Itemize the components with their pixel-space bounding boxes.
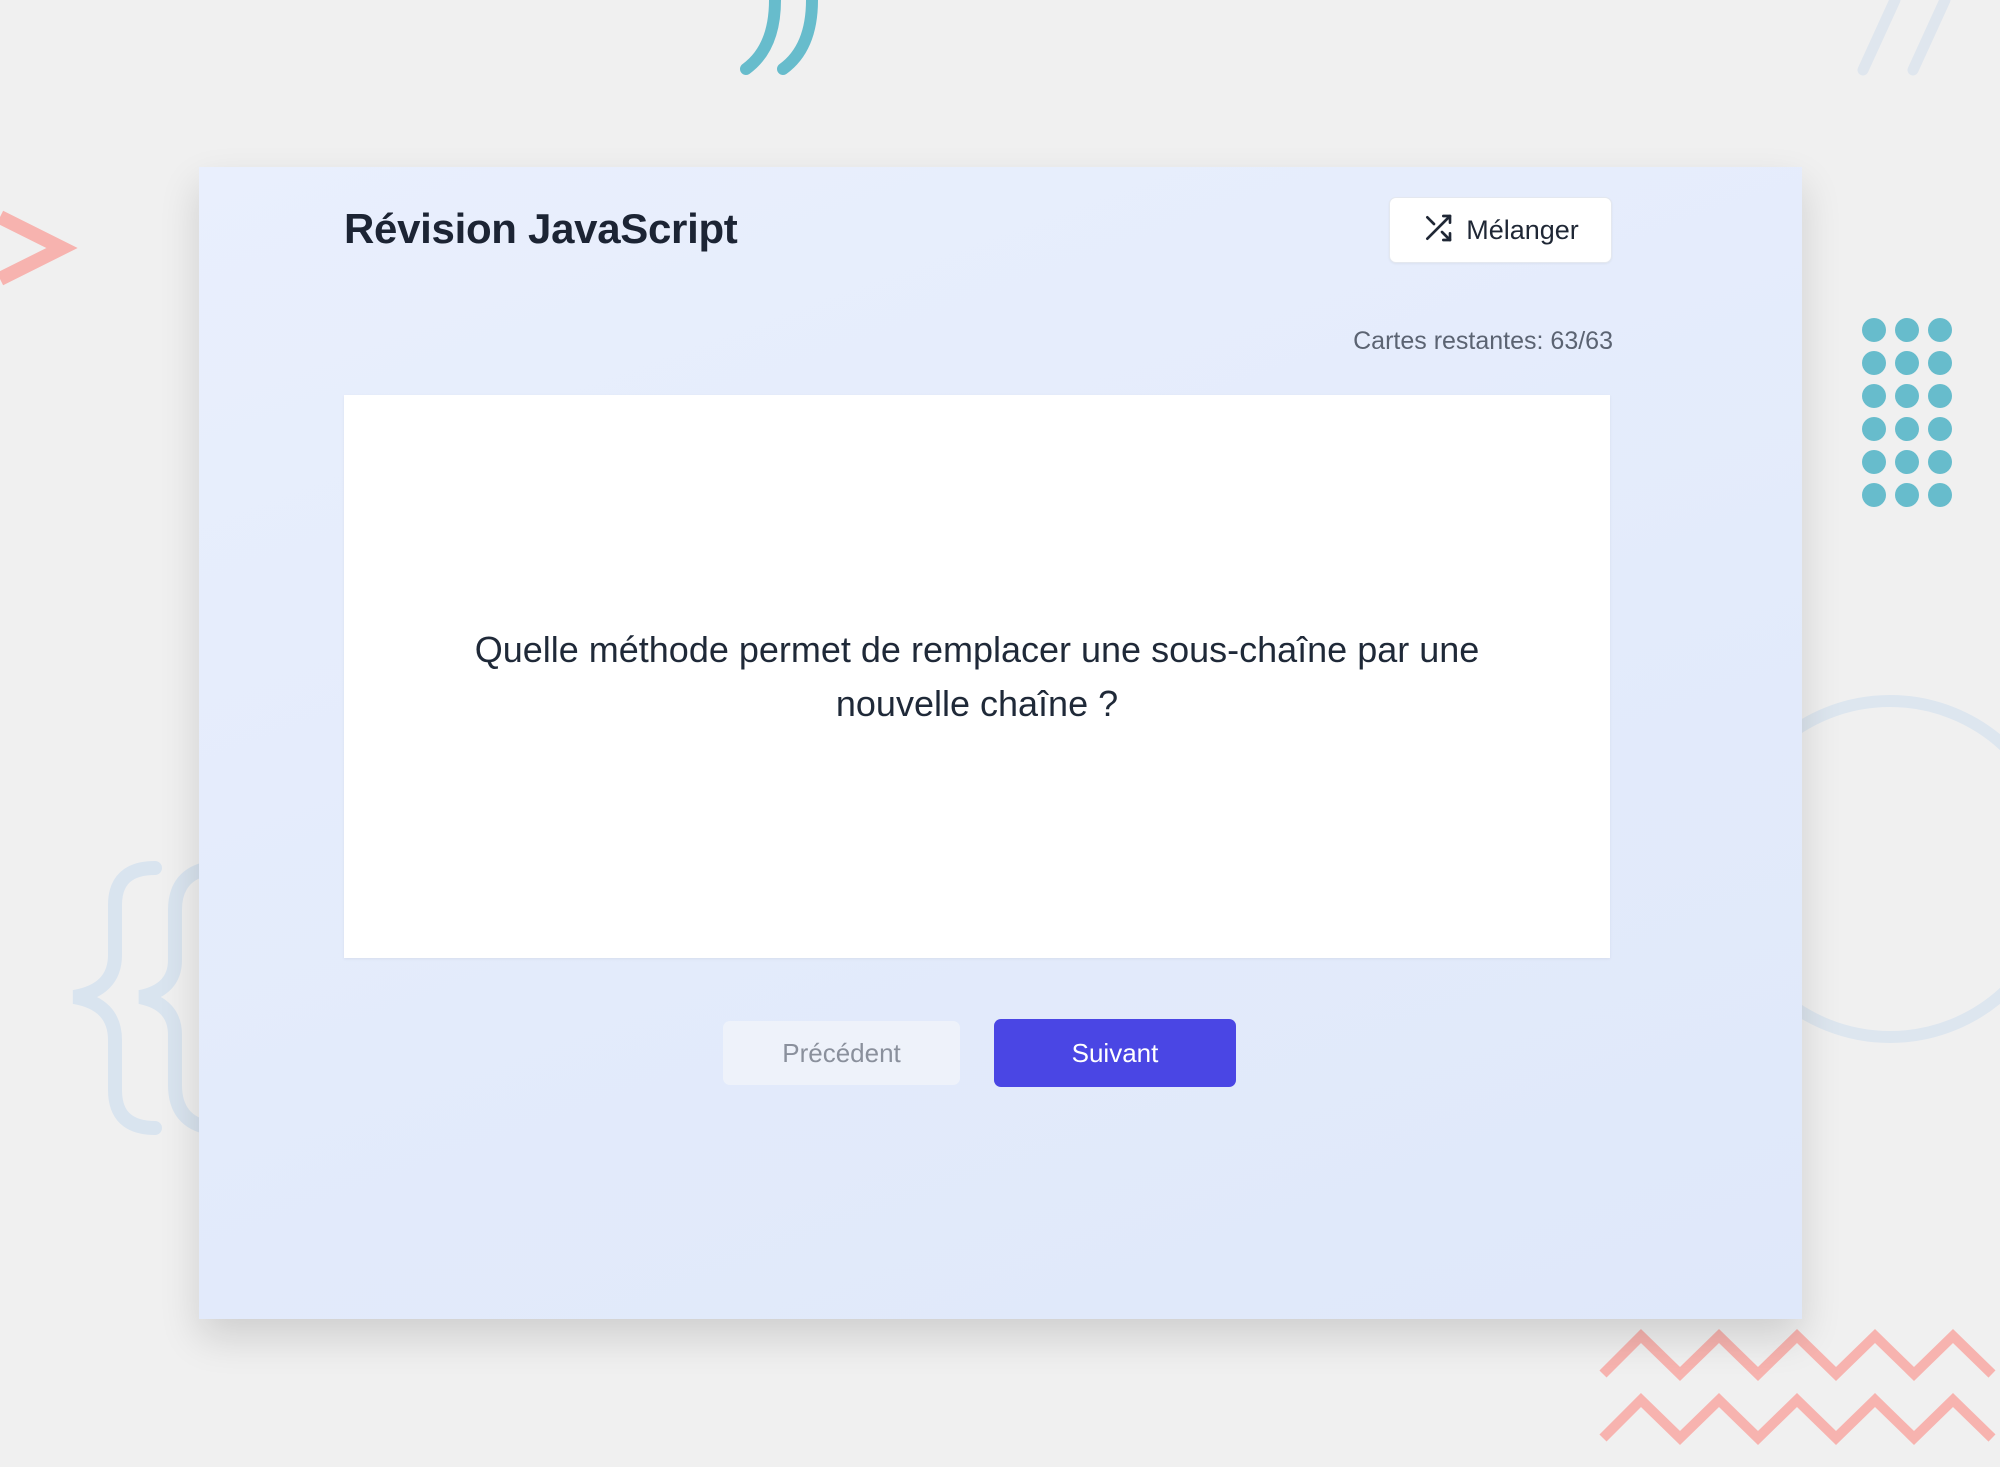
- shuffle-button[interactable]: Mélanger: [1389, 197, 1612, 263]
- next-button[interactable]: Suivant: [994, 1019, 1236, 1087]
- braces-decoration: [72, 861, 217, 1135]
- quote-decoration: [740, 0, 818, 75]
- page-title: Révision JavaScript: [344, 205, 738, 252]
- previous-button[interactable]: Précédent: [723, 1021, 960, 1085]
- flashcard-panel: Révision JavaScript Mélanger Cartes rest…: [199, 167, 1802, 1319]
- shuffle-icon: [1422, 212, 1454, 249]
- slash-decoration: [1857, 0, 1951, 76]
- dots-decoration: [1862, 318, 1952, 507]
- flashcard[interactable]: Quelle méthode permet de remplacer une s…: [344, 395, 1610, 958]
- chevron-decoration: [0, 210, 78, 286]
- cards-remaining-counter: Cartes restantes: 63/63: [1353, 327, 1613, 355]
- zigzag-decoration: [1599, 1328, 1996, 1445]
- shuffle-label: Mélanger: [1466, 214, 1579, 245]
- flashcard-question: Quelle méthode permet de remplacer une s…: [474, 628, 1480, 724]
